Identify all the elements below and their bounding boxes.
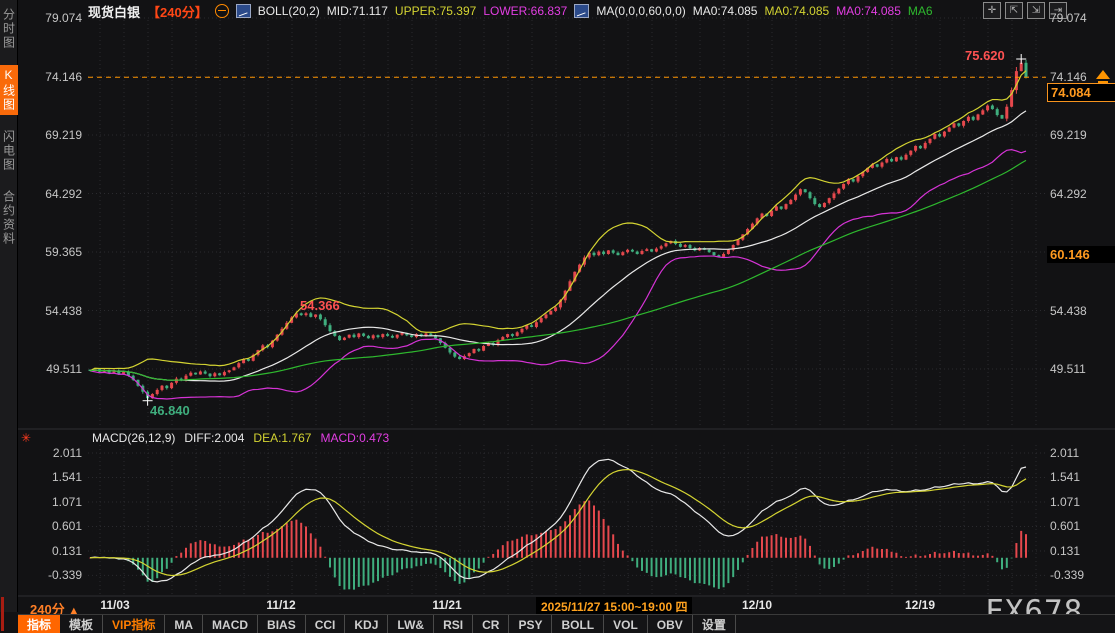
macd-dea-value: DEA:1.767: [253, 431, 311, 445]
zoom-x-axis-icon: ⇲: [1032, 5, 1040, 16]
macd-tick-right: 0.131: [1050, 544, 1115, 558]
toolbar-tab-MA[interactable]: MA: [165, 615, 203, 633]
period-badge[interactable]: 【240分】: [147, 2, 208, 21]
time-tick: 11/03: [80, 598, 150, 612]
symbol-name: 现货白银: [88, 2, 140, 21]
boll-upper-value: UPPER:75.397: [395, 4, 476, 18]
zoom-x-axis-icon[interactable]: ⇲: [1027, 2, 1045, 19]
price-tick-right: 54.438: [1050, 304, 1115, 318]
macd-params: MACD(26,12,9): [92, 431, 175, 445]
last-price-box: 74.084: [1047, 83, 1115, 102]
price-tick-right: 79.074: [1050, 11, 1115, 25]
pan-icon: ✛: [988, 5, 996, 16]
ma6-label: MA6: [908, 4, 933, 18]
toolbar-tab-OBV[interactable]: OBV: [648, 615, 693, 633]
ma0-value-2: MA0:74.085: [764, 4, 829, 18]
toolbar-tab-CCI[interactable]: CCI: [306, 615, 346, 633]
macd-tick-right: 1.071: [1050, 495, 1115, 509]
time-tick: 11/21: [412, 598, 482, 612]
macd-tick-left: 1.071: [2, 495, 82, 509]
macd-pane-alert-icon[interactable]: ✳: [21, 432, 31, 444]
boll-chart-icon[interactable]: [236, 4, 251, 18]
price-tick-left: 49.511: [2, 362, 82, 376]
price-tick-left: 79.074: [2, 11, 82, 25]
indicator-toolbar: 指标模板VIP指标MAMACDBIASCCIKDJLW&RSICRPSYBOLL…: [18, 614, 1115, 633]
time-tick: 12/19: [885, 598, 955, 612]
boll-lower-value: LOWER:66.837: [483, 4, 567, 18]
price-tick-right: 49.511: [1050, 362, 1115, 376]
toolbar-tab-模板[interactable]: 模板: [60, 615, 103, 633]
price-tick-left: 59.365: [2, 245, 82, 259]
level-price-box: 60.146: [1047, 246, 1115, 263]
toolbar-tab-CR[interactable]: CR: [473, 615, 509, 633]
local-peak-annotation: 54.366: [300, 298, 340, 313]
toolbar-tab-RSI[interactable]: RSI: [434, 615, 473, 633]
macd-tick-left: 2.011: [2, 446, 82, 460]
chart-application: 分时图K线图闪电图合约资料 现货白银 【240分】 BOLL(20,2) MID…: [0, 0, 1115, 633]
macd-tick-right: 1.541: [1050, 470, 1115, 484]
toolbar-tab-指标[interactable]: 指标: [18, 615, 60, 633]
price-tick-right: 74.146: [1050, 70, 1115, 84]
toolbar-tab-PSY[interactable]: PSY: [509, 615, 552, 633]
indicator-header: 现货白银 【240分】 BOLL(20,2) MID:71.117 UPPER:…: [88, 3, 933, 19]
macd-diff-value: DIFF:2.004: [184, 431, 244, 445]
toolbar-tab-KDJ[interactable]: KDJ: [345, 615, 388, 633]
bottom-left-marker: [1, 597, 4, 631]
macd-tick-left: 0.601: [2, 519, 82, 533]
pan-icon[interactable]: ✛: [983, 2, 1001, 19]
zoom-y-axis-icon[interactable]: ⇱: [1005, 2, 1023, 19]
toolbar-tab-BIAS[interactable]: BIAS: [258, 615, 306, 633]
session-high-annotation: 75.620: [965, 48, 1005, 63]
toolbar-tab-VOL[interactable]: VOL: [604, 615, 648, 633]
macd-tick-left: 1.541: [2, 470, 82, 484]
price-tick-right: 69.219: [1050, 128, 1115, 142]
price-tick-left: 74.146: [2, 70, 82, 84]
macd-tick-right: -0.339: [1050, 568, 1115, 582]
macd-tick-left: -0.339: [2, 568, 82, 582]
boll-name: BOLL(20,2): [258, 4, 320, 18]
circle-minus-icon[interactable]: [215, 4, 229, 18]
price-tick-right: 64.292: [1050, 187, 1115, 201]
macd-readout: MACD(26,12,9) DIFF:2.004 DEA:1.767 MACD:…: [92, 431, 389, 445]
toolbar-tab-设置[interactable]: 设置: [693, 615, 736, 633]
macd-hist-value: MACD:0.473: [320, 431, 389, 445]
chart-canvas[interactable]: [0, 0, 1115, 633]
toolbar-tab-LW&[interactable]: LW&: [388, 615, 434, 633]
macd-tick-left: 0.131: [2, 544, 82, 558]
marked-low-annotation: 46.840: [150, 403, 190, 418]
macd-tick-right: 2.011: [1050, 446, 1115, 460]
price-tick-left: 64.292: [2, 187, 82, 201]
ma0-value-3: MA0:74.085: [836, 4, 901, 18]
zoom-y-axis-icon: ⇱: [1010, 5, 1018, 16]
price-tick-left: 69.219: [2, 128, 82, 142]
ma0-value-1: MA0:74.085: [693, 4, 758, 18]
ma-chart-icon[interactable]: [574, 4, 589, 18]
time-tick: 12/10: [722, 598, 792, 612]
toolbar-tab-VIP指标[interactable]: VIP指标: [103, 615, 165, 633]
price-tick-left: 54.438: [2, 304, 82, 318]
toolbar-tab-BOLL[interactable]: BOLL: [552, 615, 604, 633]
macd-tick-right: 0.601: [1050, 519, 1115, 533]
boll-mid-value: MID:71.117: [327, 4, 388, 18]
time-tick: 11/12: [246, 598, 316, 612]
toolbar-tab-MACD[interactable]: MACD: [203, 615, 258, 633]
ma-name: MA(0,0,0,60,0,0): [596, 4, 685, 18]
